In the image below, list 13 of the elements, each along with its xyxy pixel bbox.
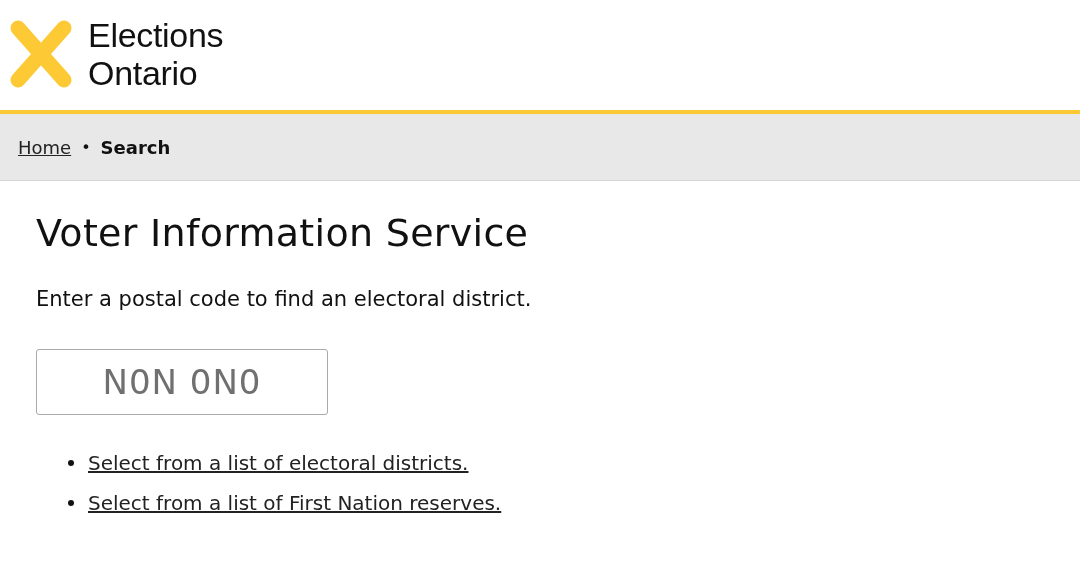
logo-text: Ontario xyxy=(88,54,199,92)
breadcrumb-separator: • xyxy=(81,137,91,157)
bullet-icon xyxy=(68,460,74,466)
x-logo-icon xyxy=(10,20,72,88)
list-link[interactable]: Select from a list of electoral districts. xyxy=(88,451,469,475)
current-page-label: Search xyxy=(100,136,171,158)
instruction-text: Enter a postal code to find an electoral district. xyxy=(36,287,533,311)
postal-code-field[interactable]: N0N 0N0 xyxy=(36,349,328,415)
bullet-icon xyxy=(68,500,74,506)
home-link[interactable]: Home xyxy=(18,136,72,158)
list-link[interactable]: Select from a list of First Nation reserves. xyxy=(88,491,502,515)
page-title: Voter Information Service xyxy=(36,211,530,255)
logo-text: Elections xyxy=(88,16,224,54)
